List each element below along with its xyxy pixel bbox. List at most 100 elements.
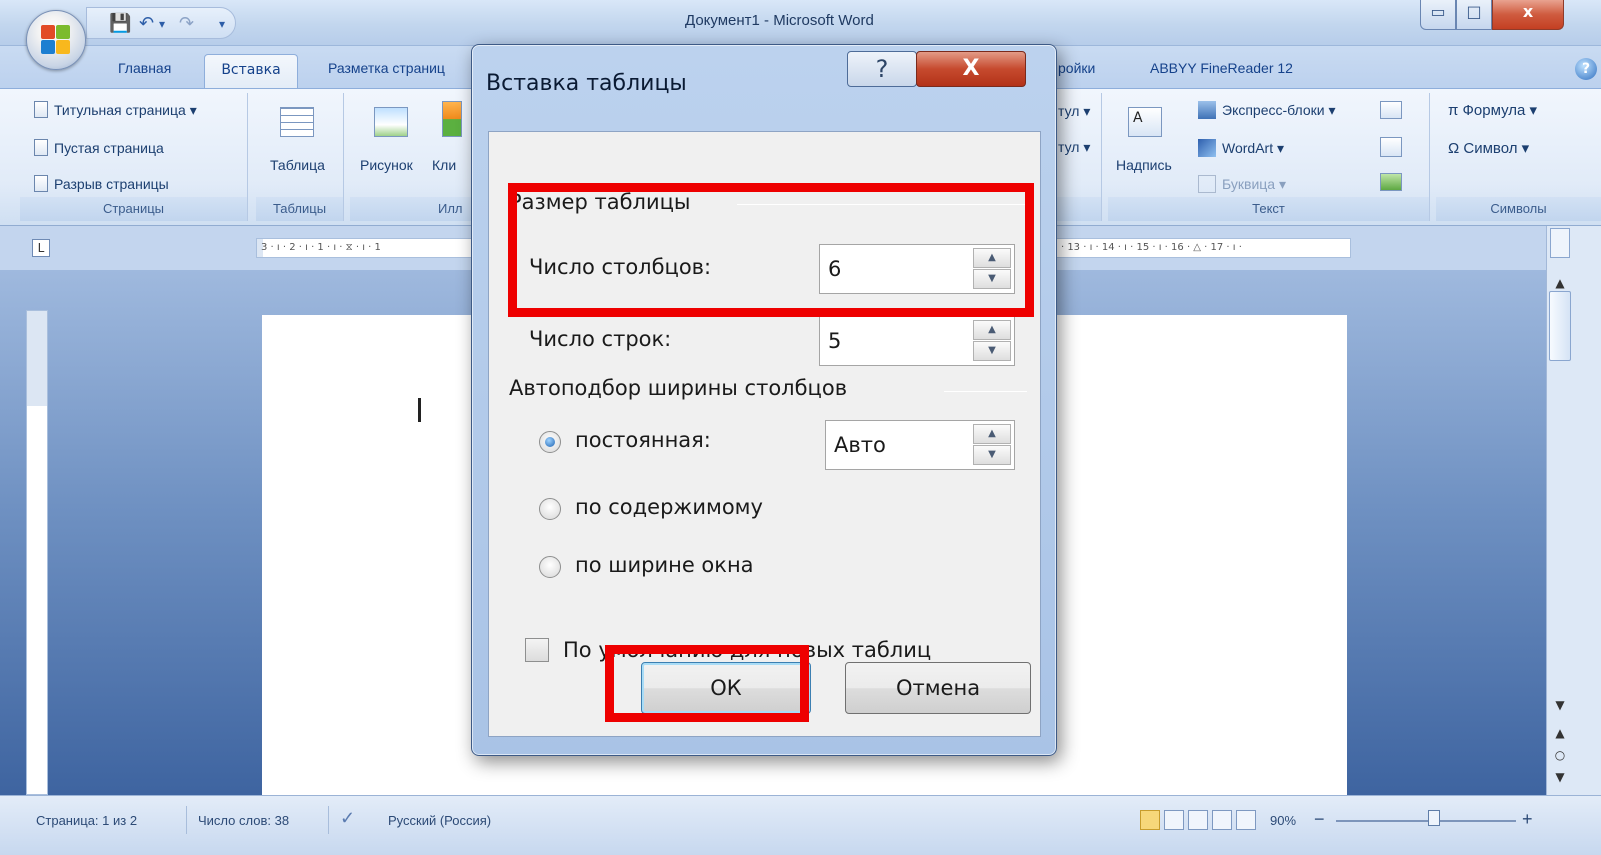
vertical-scrollbar[interactable]: ▲ ▼ ▲ ○ ▼: [1546, 226, 1601, 795]
customize-qat-icon[interactable]: ▾: [219, 14, 225, 34]
cancel-button[interactable]: Отмена: [845, 662, 1031, 714]
header-partial-item[interactable]: тул ▾: [1058, 103, 1090, 120]
tab-page-layout[interactable]: Разметка страниц: [328, 60, 445, 76]
rows-spinner[interactable]: 5 ▲ ▼: [819, 316, 1015, 366]
fixed-width-label[interactable]: постоянная:: [575, 428, 711, 452]
tab-abbyy[interactable]: ABBYY FineReader 12: [1150, 60, 1293, 76]
picture-button[interactable]: Рисунок: [360, 157, 413, 173]
remember-dimensions-label[interactable]: По умолчанию для новых таблиц: [563, 638, 931, 662]
outline-view-icon[interactable]: [1212, 810, 1232, 830]
symbol-button[interactable]: Ω Символ ▾: [1448, 139, 1529, 157]
page-break-button[interactable]: Разрыв страницы: [34, 175, 169, 192]
page-break-icon: [34, 175, 48, 192]
zoom-level[interactable]: 90%: [1270, 813, 1296, 828]
clipart-icon[interactable]: [442, 101, 462, 137]
tab-insert[interactable]: Вставка: [204, 54, 298, 89]
table-icon[interactable]: [280, 107, 314, 137]
autofit-content-label[interactable]: по содержимому: [575, 495, 763, 519]
pages-group-label: Страницы: [20, 197, 247, 221]
rows-label: Число строк:: [529, 327, 672, 351]
columns-value[interactable]: 6: [828, 257, 841, 281]
dropcap-button[interactable]: Буквица ▾: [1198, 175, 1286, 193]
dialog-help-button[interactable]: ?: [847, 51, 917, 87]
signature-icon[interactable]: [1380, 101, 1402, 119]
wordart-button[interactable]: WordArt ▾: [1198, 139, 1284, 157]
footer-partial-item[interactable]: тул ▾: [1058, 139, 1090, 156]
spin-up-icon[interactable]: ▲: [973, 248, 1011, 268]
autofit-window-radio[interactable]: [539, 556, 561, 578]
zoom-slider[interactable]: [1336, 820, 1516, 822]
close-window-button[interactable]: x: [1492, 0, 1564, 30]
print-layout-view-icon[interactable]: [1140, 810, 1160, 830]
prev-page-icon[interactable]: ▲: [1550, 726, 1570, 740]
ok-button[interactable]: ОК: [641, 662, 811, 714]
office-button[interactable]: [26, 10, 86, 70]
fixed-width-spinner-arrows: ▲ ▼: [973, 424, 1011, 466]
dialog-title: Вставка таблицы: [486, 71, 687, 96]
redo-icon[interactable]: ↷: [179, 14, 194, 34]
spin-up-icon[interactable]: ▲: [973, 424, 1011, 444]
object-icon[interactable]: [1380, 173, 1402, 191]
window-title: Документ1 - Microsoft Word: [685, 12, 874, 29]
quick-parts-button[interactable]: Экспресс-блоки ▾: [1198, 101, 1336, 119]
blank-page-label: Пустая страница: [54, 140, 164, 156]
blank-page-button[interactable]: Пустая страница: [34, 139, 164, 156]
columns-spinner[interactable]: 6 ▲ ▼: [819, 244, 1015, 294]
next-page-icon[interactable]: ▼: [1550, 770, 1570, 784]
autofit-window-label[interactable]: по ширине окна: [575, 553, 754, 577]
full-screen-reading-view-icon[interactable]: [1164, 810, 1184, 830]
draft-view-icon[interactable]: [1236, 810, 1256, 830]
save-icon[interactable]: 💾: [109, 14, 131, 34]
undo-dropdown-icon[interactable]: ▾: [159, 14, 165, 34]
undo-icon[interactable]: ↶: [139, 14, 154, 34]
quick-parts-icon: [1198, 101, 1216, 119]
fixed-width-spinner[interactable]: Авто ▲ ▼: [825, 420, 1015, 470]
textbox-icon[interactable]: A: [1128, 107, 1162, 137]
autofit-section-title: Автоподбор ширины столбцов: [509, 376, 848, 400]
table-button[interactable]: Таблица: [270, 157, 325, 173]
illustrations-group: Рисунок Кли Илл: [350, 93, 480, 221]
spin-down-icon[interactable]: ▼: [973, 341, 1011, 361]
minimize-icon: ▭: [1430, 2, 1446, 21]
section-divider: [737, 204, 1027, 205]
zoom-in-icon[interactable]: +: [1522, 809, 1533, 830]
cover-page-button[interactable]: Титульная страница ▾: [34, 101, 197, 119]
autofit-content-radio[interactable]: [539, 498, 561, 520]
zoom-slider-thumb[interactable]: [1428, 810, 1440, 826]
page-count[interactable]: Страница: 1 из 2: [36, 813, 137, 828]
spin-down-icon[interactable]: ▼: [973, 445, 1011, 465]
scroll-down-arrow-icon[interactable]: ▼: [1550, 698, 1570, 712]
status-separator: [328, 806, 329, 834]
spellcheck-icon[interactable]: ✓: [340, 808, 355, 829]
dialog-close-button[interactable]: X: [916, 51, 1026, 87]
wordart-label: WordArt ▾: [1222, 140, 1285, 156]
rows-value[interactable]: 5: [828, 329, 841, 353]
fixed-width-value[interactable]: Авто: [834, 433, 886, 457]
scroll-thumb[interactable]: [1549, 291, 1571, 361]
scroll-up-arrow-icon[interactable]: ▲: [1550, 276, 1570, 290]
datetime-icon[interactable]: [1380, 137, 1402, 157]
textbox-button[interactable]: Надпись: [1116, 157, 1172, 173]
vertical-ruler[interactable]: [26, 310, 48, 795]
help-icon[interactable]: ?: [1575, 58, 1597, 80]
tab-settings-partial[interactable]: ройки: [1058, 60, 1095, 76]
spin-up-icon[interactable]: ▲: [973, 320, 1011, 340]
remember-dimensions-checkbox[interactable]: [525, 638, 549, 662]
tab-home[interactable]: Главная: [118, 60, 171, 76]
tab-selector[interactable]: L: [32, 239, 50, 257]
language-indicator[interactable]: Русский (Россия): [388, 813, 491, 828]
tables-group-label: Таблицы: [256, 197, 343, 221]
picture-icon[interactable]: [374, 107, 408, 137]
clipart-button[interactable]: Кли: [432, 157, 456, 173]
view-ruler-button[interactable]: [1550, 228, 1570, 258]
spin-down-icon[interactable]: ▼: [973, 269, 1011, 289]
fixed-width-radio[interactable]: [539, 431, 561, 453]
web-layout-view-icon[interactable]: [1188, 810, 1208, 830]
minimize-button[interactable]: ▭: [1420, 0, 1456, 30]
word-count[interactable]: Число слов: 38: [198, 813, 289, 828]
zoom-out-icon[interactable]: −: [1314, 809, 1325, 830]
maximize-button[interactable]: □: [1456, 0, 1492, 30]
dropcap-icon: [1198, 175, 1216, 193]
select-browse-object-icon[interactable]: ○: [1550, 748, 1570, 762]
equation-button[interactable]: π Формула ▾: [1448, 101, 1537, 119]
